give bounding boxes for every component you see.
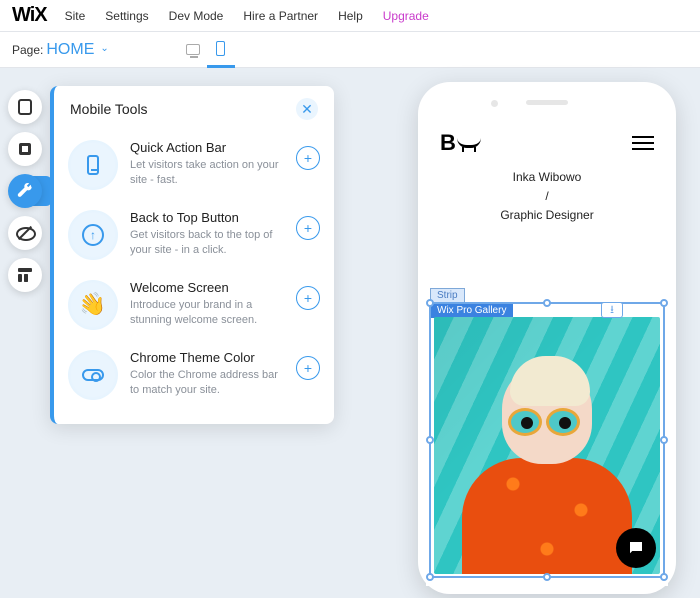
resize-handle[interactable] (426, 573, 434, 581)
closed-eye-icon (457, 138, 481, 148)
close-icon: ✕ (301, 101, 313, 118)
layout-icon (18, 268, 32, 282)
desktop-icon (186, 44, 200, 55)
desktop-view-tab[interactable] (179, 32, 207, 68)
tool-title: Back to Top Button (130, 210, 284, 225)
phone-speaker (526, 100, 568, 105)
eye-off-icon (16, 224, 34, 242)
editor-canvas: Mobile Tools ✕ Quick Action Bar Let visi… (0, 68, 700, 598)
tool-body: Chrome Theme Color Color the Chrome addr… (130, 350, 284, 399)
tool-body: Welcome Screen Introduce your brand in a… (130, 280, 284, 329)
mobile-preview-frame: B Inka Wibowo / Graphic Designer Strip W… (418, 82, 676, 594)
tool-icon-welcome: 👋 (68, 280, 118, 330)
menu-site[interactable]: Site (65, 9, 86, 23)
add-button[interactable]: + (296, 216, 320, 240)
resize-handle[interactable] (660, 436, 668, 444)
tool-desc: Introduce your brand in a stunning welco… (130, 298, 284, 329)
plus-icon: + (304, 220, 312, 236)
device-tabs (179, 32, 235, 68)
menu-hire-partner[interactable]: Hire a Partner (243, 9, 318, 23)
add-button[interactable]: + (296, 356, 320, 380)
tool-icon-qab (68, 140, 118, 190)
tool-title: Quick Action Bar (130, 140, 284, 155)
panel-header: Mobile Tools ✕ (54, 86, 334, 130)
menu-dev-mode[interactable]: Dev Mode (169, 9, 224, 23)
rail-background-button[interactable] (8, 132, 42, 166)
strip-element-label[interactable]: Strip (430, 288, 465, 303)
chevron-down-icon[interactable]: ⌄ (100, 43, 108, 54)
tool-chrome-theme[interactable]: Chrome Theme Color Color the Chrome addr… (54, 340, 334, 410)
site-intro: Inka Wibowo / Graphic Designer (426, 162, 668, 236)
author-name: Inka Wibowo (426, 168, 668, 187)
page-label: Page: (12, 43, 43, 57)
panel-title: Mobile Tools (70, 101, 148, 117)
rail-hidden-elements-button[interactable] (8, 216, 42, 250)
square-icon (19, 143, 31, 155)
tool-desc: Color the Chrome address bar to match yo… (130, 368, 284, 399)
top-menu-bar: WiX Site Settings Dev Mode Hire a Partne… (0, 0, 700, 32)
author-role: Graphic Designer (426, 206, 668, 225)
resize-handle[interactable] (660, 299, 668, 307)
tool-quick-action-bar[interactable]: Quick Action Bar Let visitors take actio… (54, 130, 334, 200)
arrow-up-circle-icon (82, 224, 104, 246)
main-menu: Site Settings Dev Mode Hire a Partner He… (65, 9, 429, 23)
plus-icon: + (304, 150, 312, 166)
chat-button[interactable] (616, 528, 656, 568)
page-device-bar: Page: HOME ⌄ (0, 32, 700, 68)
rail-pages-button[interactable] (8, 90, 42, 124)
menu-upgrade[interactable]: Upgrade (383, 9, 429, 23)
tool-title: Welcome Screen (130, 280, 284, 295)
rail-layout-button[interactable] (8, 258, 42, 292)
site-header: B (426, 120, 668, 162)
tool-back-to-top[interactable]: Back to Top Button Get visitors back to … (54, 200, 334, 270)
resize-handle[interactable] (543, 573, 551, 581)
preview-screen[interactable]: B Inka Wibowo / Graphic Designer Strip W… (426, 120, 668, 586)
mobile-view-tab[interactable] (207, 32, 235, 68)
resize-handle[interactable] (660, 573, 668, 581)
plus-icon: + (304, 360, 312, 376)
tool-icon-top (68, 210, 118, 260)
mobile-icon (216, 41, 225, 56)
page-selector[interactable]: HOME (46, 41, 94, 59)
mobile-tools-panel: Mobile Tools ✕ Quick Action Bar Let visi… (50, 86, 334, 424)
resize-handle[interactable] (426, 299, 434, 307)
resize-handle[interactable] (543, 299, 551, 307)
separator: / (426, 187, 668, 206)
tool-desc: Get visitors back to the top of your sit… (130, 228, 284, 259)
tool-icon-chrome (68, 350, 118, 400)
plus-icon: + (304, 290, 312, 306)
tool-welcome-screen[interactable]: 👋 Welcome Screen Introduce your brand in… (54, 270, 334, 340)
rail-mobile-tools-button[interactable] (8, 174, 42, 208)
logo-letter: B (440, 130, 455, 155)
add-button[interactable]: + (296, 286, 320, 310)
download-icon[interactable]: ⭳ (601, 302, 623, 318)
tool-title: Chrome Theme Color (130, 350, 284, 365)
hamburger-menu-button[interactable] (632, 132, 654, 154)
wave-hand-icon: 👋 (77, 290, 109, 320)
tool-body: Quick Action Bar Let visitors take actio… (130, 140, 284, 189)
left-tool-rail (8, 90, 42, 292)
chat-icon (627, 539, 645, 557)
tool-desc: Let visitors take action on your site - … (130, 158, 284, 189)
mobile-bar-icon (87, 155, 99, 175)
wrench-icon (17, 183, 33, 199)
site-logo: B (440, 130, 481, 156)
wix-logo: WiX (12, 4, 47, 27)
add-button[interactable]: + (296, 146, 320, 170)
panel-close-button[interactable]: ✕ (296, 98, 318, 120)
address-bar-icon (82, 369, 104, 381)
page-icon (18, 99, 32, 115)
menu-help[interactable]: Help (338, 9, 363, 23)
menu-settings[interactable]: Settings (105, 9, 148, 23)
resize-handle[interactable] (426, 436, 434, 444)
phone-camera (491, 100, 498, 107)
tool-body: Back to Top Button Get visitors back to … (130, 210, 284, 259)
